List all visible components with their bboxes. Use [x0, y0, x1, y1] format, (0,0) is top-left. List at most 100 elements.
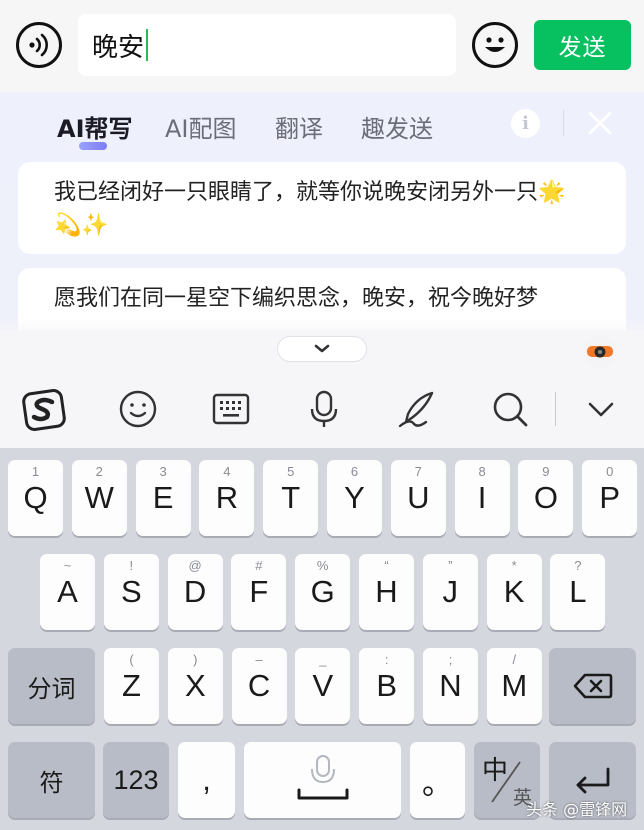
- key-b[interactable]: :B: [359, 648, 415, 724]
- chevron-down-small-icon: [314, 344, 330, 353]
- symbol-key[interactable]: 符: [8, 742, 95, 818]
- key-u[interactable]: 7U: [390, 460, 446, 536]
- key-label: J: [442, 574, 459, 609]
- key-label: W: [84, 480, 114, 515]
- key-secondary-label: ”: [448, 558, 453, 573]
- emoji-icon[interactable]: [117, 388, 159, 430]
- message-input-text: 晚安: [92, 32, 145, 63]
- symbol-key-label: 符: [39, 769, 64, 797]
- send-button[interactable]: 发送: [534, 20, 631, 70]
- key-j[interactable]: ” J: [422, 554, 478, 630]
- info-icon[interactable]: i: [511, 109, 540, 138]
- segment-key-label: 分词: [27, 675, 76, 703]
- text-caret: [146, 29, 149, 61]
- key-k[interactable]: * K: [486, 554, 542, 630]
- voice-input-icon[interactable]: [16, 22, 62, 68]
- key-c[interactable]: – C: [231, 648, 287, 724]
- space-key[interactable]: [244, 742, 401, 818]
- key-label: L: [569, 574, 587, 609]
- key-x[interactable]: ) X: [167, 648, 223, 724]
- chevron-down-icon[interactable]: [580, 388, 622, 430]
- key-i[interactable]: 8I: [454, 460, 510, 536]
- key-l[interactable]: ? L: [550, 554, 606, 630]
- key-label: X: [184, 668, 206, 703]
- key-f[interactable]: # F: [231, 554, 287, 630]
- key-label: M: [501, 668, 528, 703]
- key-y[interactable]: 6Y: [327, 460, 382, 536]
- handwriting-icon[interactable]: [396, 388, 438, 430]
- key-label: Y: [344, 480, 365, 515]
- key-z[interactable]: (Z: [104, 648, 159, 724]
- key-label: R: [215, 480, 239, 515]
- key-p[interactable]: 0P: [582, 460, 638, 536]
- key-s[interactable]: ! S: [103, 554, 159, 630]
- key-secondary-label: 6: [350, 464, 359, 479]
- key-a[interactable]: ~ A: [40, 554, 95, 630]
- key-m[interactable]: / M: [486, 648, 542, 724]
- message-input[interactable]: 晚安: [78, 14, 456, 76]
- key-v[interactable]: _ V: [295, 648, 351, 724]
- key-secondary-label: ?: [574, 558, 582, 573]
- key-label: N: [439, 668, 462, 703]
- key-w[interactable]: 2W: [71, 460, 127, 536]
- key-g[interactable]: % G: [295, 554, 351, 630]
- sogou-mascot-icon[interactable]: [581, 332, 619, 370]
- key-secondary-label: ): [193, 652, 198, 667]
- key-label: A: [57, 574, 78, 609]
- key-label: Z: [122, 668, 141, 703]
- comma-key[interactable]: ,: [178, 742, 235, 818]
- key-label: D: [183, 574, 207, 609]
- tab-translate[interactable]: 翻译: [275, 109, 323, 144]
- key-h[interactable]: “H: [359, 554, 414, 630]
- key-r[interactable]: 4R: [199, 460, 255, 536]
- key-secondary-label: –: [255, 652, 263, 667]
- close-icon[interactable]: [585, 108, 615, 138]
- key-t[interactable]: 5T: [263, 460, 319, 536]
- key-secondary-label: (: [129, 652, 134, 667]
- tab-fun-send[interactable]: 趣发送: [361, 109, 433, 144]
- tab-divider: [563, 110, 564, 136]
- numbers-key-label: 123: [113, 764, 159, 795]
- period-key[interactable]: 。: [410, 742, 465, 818]
- key-e[interactable]: 3E: [135, 460, 191, 536]
- key-secondary-label: 9: [542, 464, 550, 479]
- key-secondary-label: /: [512, 652, 517, 667]
- key-q[interactable]: 1Q: [8, 460, 63, 536]
- key-label: O: [533, 480, 558, 515]
- tab-ai-write[interactable]: AI帮写: [57, 109, 133, 144]
- key-secondary-label: 2: [95, 464, 103, 479]
- microphone-icon[interactable]: [303, 388, 345, 430]
- keyboard-toolbar: [0, 330, 644, 448]
- segment-key[interactable]: 分词: [8, 648, 95, 724]
- key-label: H: [375, 574, 398, 609]
- keyboard-icon[interactable]: [210, 388, 252, 430]
- key-secondary-label: 1: [31, 464, 40, 479]
- collapse-panel-button[interactable]: [277, 336, 367, 362]
- comma-key-label: ,: [202, 762, 211, 797]
- active-tab-indicator: [79, 142, 107, 150]
- sogou-logo-icon[interactable]: [22, 388, 66, 431]
- key-secondary-label: _: [319, 652, 327, 667]
- key-label: K: [503, 574, 525, 609]
- key-label: S: [120, 574, 142, 609]
- tab-ai-image[interactable]: AI配图: [165, 109, 237, 144]
- key-secondary-label: @: [188, 558, 202, 573]
- ai-tab-bar: AI帮写 AI配图 翻译 趣发送 i: [0, 92, 644, 158]
- suggestion-card[interactable]: 我已经闭好一只眼睛了，就等你说晚安闭另外一只🌟💫✨: [18, 162, 626, 254]
- key-label: C: [247, 668, 271, 703]
- key-secondary-label: 4: [223, 464, 231, 479]
- space-mic-icon: [297, 755, 348, 800]
- numbers-key[interactable]: 123: [103, 742, 169, 818]
- key-secondary-label: %: [316, 558, 329, 573]
- enter-icon: [576, 767, 609, 794]
- search-icon[interactable]: [489, 388, 531, 430]
- toolbar-divider: [555, 392, 556, 426]
- key-o[interactable]: 9O: [518, 460, 574, 536]
- key-d[interactable]: @ D: [167, 554, 223, 630]
- chat-input-bar: 晚安 发送: [0, 0, 644, 92]
- emoji-icon[interactable]: [472, 22, 518, 68]
- key-n[interactable]: ; N: [423, 648, 478, 724]
- key-secondary-label: !: [129, 558, 134, 573]
- key-secondary-label: 0: [606, 464, 614, 479]
- backspace-key[interactable]: [549, 648, 636, 724]
